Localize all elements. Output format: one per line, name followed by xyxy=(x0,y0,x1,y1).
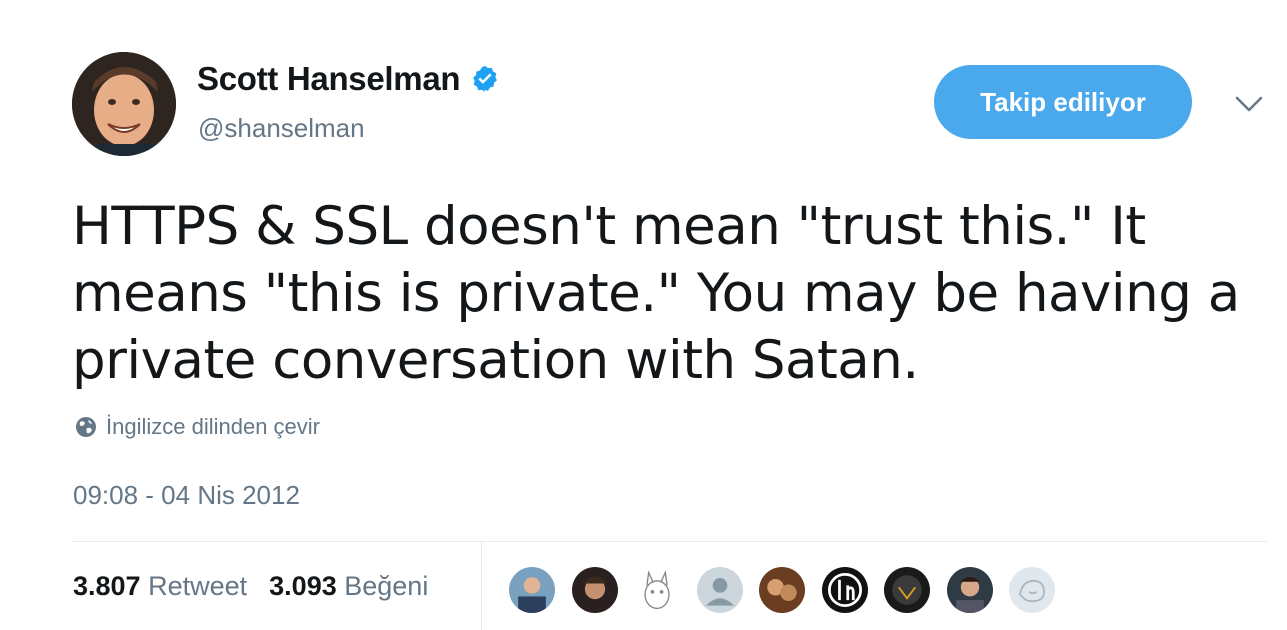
author-name-row[interactable]: Scott Hanselman xyxy=(197,60,500,98)
verified-badge-icon xyxy=(470,64,500,94)
divider xyxy=(72,541,1267,542)
stats-divider xyxy=(481,541,482,630)
liker-avatar[interactable] xyxy=(632,565,682,615)
liker-avatar[interactable] xyxy=(694,565,745,615)
liker-avatar[interactable] xyxy=(882,565,932,615)
retweets-label: Retweet xyxy=(148,571,248,601)
tweet-timestamp[interactable]: 09:08 - 04 Nis 2012 xyxy=(73,480,300,511)
author-name[interactable]: Scott Hanselman xyxy=(197,60,461,98)
liker-avatar[interactable] xyxy=(819,565,870,615)
likes-count: 3.093 xyxy=(269,571,337,601)
liker-avatars xyxy=(507,565,1070,615)
tweet-text: HTTPS & SSL doesn't mean "trust this." I… xyxy=(72,196,1240,391)
likes-label: Beğeni xyxy=(344,571,429,601)
liker-avatar[interactable] xyxy=(757,565,807,615)
likes-stat[interactable]: 3.093 Beğeni xyxy=(269,571,428,602)
retweets-count: 3.807 xyxy=(73,571,141,601)
translate-link[interactable]: İngilizce dilinden çevir xyxy=(75,414,320,440)
chevron-down-icon[interactable] xyxy=(1234,94,1264,114)
liker-avatar[interactable] xyxy=(507,565,557,615)
tweet-stats: 3.807 Retweet 3.093 Beğeni xyxy=(73,571,450,602)
author-handle[interactable]: @shanselman xyxy=(198,113,365,144)
globe-icon xyxy=(75,416,97,438)
retweets-stat[interactable]: 3.807 Retweet xyxy=(73,571,247,602)
liker-avatar[interactable] xyxy=(569,565,620,615)
liker-avatar[interactable] xyxy=(1007,565,1057,615)
translate-label[interactable]: İngilizce dilinden çevir xyxy=(106,414,320,440)
following-button[interactable]: Takip ediliyor xyxy=(934,65,1192,139)
author-avatar[interactable] xyxy=(72,52,176,156)
liker-avatar[interactable] xyxy=(944,565,995,615)
